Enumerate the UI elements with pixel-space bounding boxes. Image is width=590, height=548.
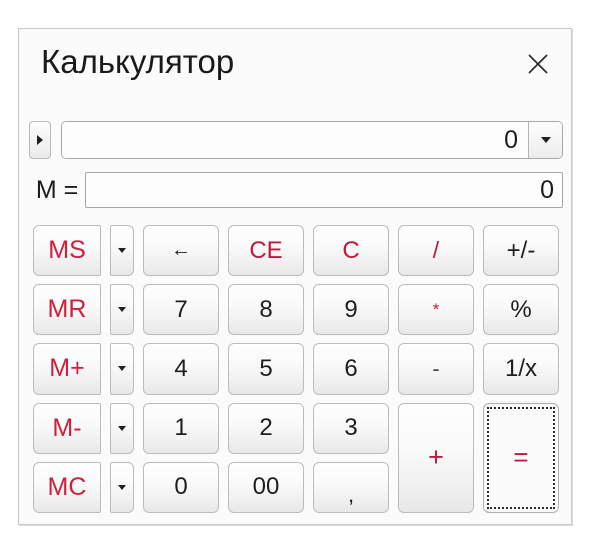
chevron-down-icon xyxy=(118,307,126,313)
memory-row: M = 0 xyxy=(29,172,563,208)
chevron-down-icon xyxy=(118,248,126,254)
double-zero-button[interactable]: 00 xyxy=(228,461,304,513)
memory-subtract-button[interactable]: M- xyxy=(33,402,101,454)
add-button[interactable]: + xyxy=(398,402,474,513)
display-value[interactable]: 0 xyxy=(62,122,528,158)
chevron-down-icon xyxy=(118,366,126,372)
memory-subtract-dropdown-button[interactable] xyxy=(110,402,134,454)
digit-4-button[interactable]: 4 xyxy=(143,343,219,395)
display-dropdown-button[interactable] xyxy=(528,122,562,158)
close-glyph xyxy=(528,54,548,74)
backspace-button[interactable]: ← xyxy=(143,225,219,277)
reciprocal-button[interactable]: 1/x xyxy=(483,343,559,395)
subtract-button[interactable]: - xyxy=(398,343,474,395)
digit-2-button[interactable]: 2 xyxy=(228,402,304,454)
clear-button[interactable]: C xyxy=(313,225,389,277)
digit-3-button[interactable]: 3 xyxy=(313,402,389,454)
equals-button[interactable]: = xyxy=(483,402,559,513)
calculator-window: Калькулятор 0 M = 0 MS ← CE C / +/- MR 7… xyxy=(18,28,572,525)
memory-label: M = xyxy=(35,175,79,204)
triangle-right-icon xyxy=(37,135,43,145)
memory-recall-button[interactable]: MR xyxy=(33,284,101,336)
display-group: 0 xyxy=(61,121,563,159)
divide-button[interactable]: / xyxy=(398,225,474,277)
close-icon[interactable] xyxy=(523,49,553,79)
multiply-button[interactable]: * xyxy=(398,284,474,336)
chevron-down-icon xyxy=(540,137,551,143)
sign-toggle-button[interactable]: +/- xyxy=(483,225,559,277)
digit-0-button[interactable]: 0 xyxy=(143,461,219,513)
title-bar: Калькулятор xyxy=(19,29,571,91)
digit-6-button[interactable]: 6 xyxy=(313,343,389,395)
memory-clear-dropdown-button[interactable] xyxy=(110,461,134,513)
digit-9-button[interactable]: 9 xyxy=(313,284,389,336)
decimal-separator-button[interactable]: , xyxy=(313,461,389,513)
page-title: Калькулятор xyxy=(41,43,235,80)
memory-value[interactable]: 0 xyxy=(85,172,563,208)
keypad: MS ← CE C / +/- MR 7 8 9 * % M+ 4 5 6 - … xyxy=(33,225,559,513)
clear-entry-button[interactable]: CE xyxy=(228,225,304,277)
expand-history-button[interactable] xyxy=(29,121,51,159)
chevron-down-icon xyxy=(118,425,126,431)
display-row: 0 xyxy=(29,121,563,159)
digit-7-button[interactable]: 7 xyxy=(143,284,219,336)
memory-clear-button[interactable]: MC xyxy=(33,461,101,513)
memory-store-dropdown-button[interactable] xyxy=(110,225,134,277)
digit-5-button[interactable]: 5 xyxy=(228,343,304,395)
percent-button[interactable]: % xyxy=(483,284,559,336)
chevron-down-icon xyxy=(118,484,126,490)
digit-8-button[interactable]: 8 xyxy=(228,284,304,336)
memory-store-button[interactable]: MS xyxy=(33,225,101,277)
memory-add-dropdown-button[interactable] xyxy=(110,343,134,395)
memory-add-button[interactable]: M+ xyxy=(33,343,101,395)
digit-1-button[interactable]: 1 xyxy=(143,402,219,454)
memory-recall-dropdown-button[interactable] xyxy=(110,284,134,336)
